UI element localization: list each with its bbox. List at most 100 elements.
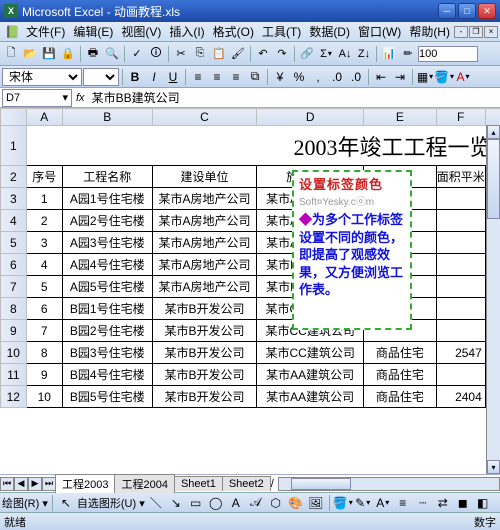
- cell[interactable]: 面积平米: [436, 166, 485, 188]
- open-button[interactable]: 📂: [21, 45, 39, 63]
- cell[interactable]: B园5号住宅楼: [62, 386, 152, 408]
- cell[interactable]: 某市A房地产公司: [152, 232, 257, 254]
- font-color-button[interactable]: A: [454, 68, 472, 86]
- oval-button[interactable]: ◯: [207, 494, 225, 512]
- cell[interactable]: 某市B开发公司: [152, 342, 257, 364]
- table-row[interactable]: 53A园3号住宅楼某市A房地产公司某市AA建筑公司: [1, 232, 500, 254]
- cell[interactable]: 某市A房地产公司: [152, 276, 257, 298]
- tab-next-button[interactable]: ▶: [28, 477, 42, 491]
- cell[interactable]: 某市B开发公司: [152, 364, 257, 386]
- row-header[interactable]: 1: [1, 126, 27, 166]
- cell[interactable]: 某市B开发公司: [152, 386, 257, 408]
- italic-button[interactable]: I: [145, 68, 163, 86]
- clipart-button[interactable]: 🎨: [287, 494, 305, 512]
- menu-file[interactable]: 文件(F): [22, 22, 69, 41]
- align-left-button[interactable]: ≡: [189, 68, 207, 86]
- cell[interactable]: [436, 254, 485, 276]
- grid[interactable]: A B C D E F 1 2003年竣工工程一览表 2 序号 工程名称 建设单…: [0, 108, 500, 408]
- row-header[interactable]: 10: [1, 342, 27, 364]
- fill-color-button[interactable]: 🪣: [435, 68, 453, 86]
- sheet-tab[interactable]: 工程2003: [55, 474, 115, 493]
- cell[interactable]: B园1号住宅楼: [62, 298, 152, 320]
- sheet-tab[interactable]: Sheet1: [174, 476, 223, 491]
- menu-edit[interactable]: 编辑(E): [69, 22, 117, 41]
- menu-help[interactable]: 帮助(H): [405, 22, 454, 41]
- arrow-button[interactable]: ↘: [167, 494, 185, 512]
- menu-format[interactable]: 格式(O): [209, 22, 258, 41]
- col-header[interactable]: B: [62, 109, 152, 126]
- cell[interactable]: B园4号住宅楼: [62, 364, 152, 386]
- permission-button[interactable]: 🔒: [59, 45, 77, 63]
- tab-prev-button[interactable]: ◀: [14, 477, 28, 491]
- name-box[interactable]: D7▾: [2, 89, 72, 107]
- cell[interactable]: [436, 320, 485, 342]
- preview-button[interactable]: 🔍: [103, 45, 121, 63]
- cell[interactable]: 4: [26, 254, 62, 276]
- drawing-toggle[interactable]: ✏: [399, 45, 417, 63]
- table-row[interactable]: 31A园1号住宅楼某市A房地产公司某市AA建筑公司: [1, 188, 500, 210]
- percent-button[interactable]: %: [290, 68, 308, 86]
- currency-button[interactable]: ¥: [271, 68, 289, 86]
- row-header[interactable]: 7: [1, 276, 27, 298]
- line-color-button[interactable]: ✎: [354, 494, 372, 512]
- copy-button[interactable]: ⎘: [191, 45, 209, 63]
- cell[interactable]: 10: [26, 386, 62, 408]
- research-button[interactable]: 🛈: [147, 45, 165, 63]
- align-right-button[interactable]: ≡: [227, 68, 245, 86]
- picture-button[interactable]: 🖼: [307, 494, 325, 512]
- cell[interactable]: 2404: [436, 386, 485, 408]
- col-header[interactable]: A: [26, 109, 62, 126]
- mdi-restore[interactable]: ❐: [469, 26, 483, 38]
- table-row[interactable]: 1210B园5号住宅楼某市B开发公司某市AA建筑公司商品住宅2404: [1, 386, 500, 408]
- textbox-button[interactable]: A: [227, 494, 245, 512]
- select-objects-button[interactable]: ↖: [57, 494, 75, 512]
- vertical-scrollbar[interactable]: ▴ ▾: [486, 125, 500, 474]
- increase-decimal-button[interactable]: .0: [328, 68, 346, 86]
- col-header[interactable]: D: [257, 109, 364, 126]
- cell[interactable]: 7: [26, 320, 62, 342]
- scroll-down-button[interactable]: ▾: [487, 460, 500, 474]
- paste-button[interactable]: 📋: [210, 45, 228, 63]
- table-row[interactable]: 64A园4号住宅楼某市A房地产公司某市BB建筑公司: [1, 254, 500, 276]
- maximize-button[interactable]: □: [458, 3, 476, 19]
- autosum-button[interactable]: Σ: [317, 45, 335, 63]
- sheet-tab[interactable]: 工程2004: [114, 474, 174, 493]
- column-headers[interactable]: A B C D E F: [1, 109, 500, 126]
- sheet-tab[interactable]: Sheet2: [222, 476, 271, 491]
- spelling-button[interactable]: ✓: [128, 45, 146, 63]
- horizontal-scrollbar[interactable]: [278, 477, 500, 491]
- sheet-title[interactable]: 2003年竣工工程一览表: [26, 126, 500, 166]
- zoom-field[interactable]: [418, 46, 478, 62]
- cell[interactable]: [436, 188, 485, 210]
- cell[interactable]: 商品住宅: [364, 364, 437, 386]
- cell[interactable]: 某市B开发公司: [152, 320, 257, 342]
- row-header[interactable]: 5: [1, 232, 27, 254]
- cell[interactable]: B园2号住宅楼: [62, 320, 152, 342]
- cell[interactable]: A园5号住宅楼: [62, 276, 152, 298]
- chart-button[interactable]: 📊: [380, 45, 398, 63]
- row-header[interactable]: 4: [1, 210, 27, 232]
- wordart-button[interactable]: 𝒜: [247, 494, 265, 512]
- tab-last-button[interactable]: ⏭: [42, 477, 56, 491]
- menu-view[interactable]: 视图(V): [117, 22, 165, 41]
- close-button[interactable]: ✕: [478, 3, 496, 19]
- cell[interactable]: A园1号住宅楼: [62, 188, 152, 210]
- print-button[interactable]: 🖶: [84, 45, 102, 63]
- rectangle-button[interactable]: ▭: [187, 494, 205, 512]
- dash-style-button[interactable]: ┈: [414, 494, 432, 512]
- row-header[interactable]: 8: [1, 298, 27, 320]
- menu-insert[interactable]: 插入(I): [165, 22, 208, 41]
- cell[interactable]: 某市AA建筑公司: [257, 364, 364, 386]
- col-header[interactable]: E: [364, 109, 437, 126]
- fill-color-shape-button[interactable]: 🪣: [334, 494, 352, 512]
- mdi-close[interactable]: ×: [484, 26, 498, 38]
- cell[interactable]: [436, 210, 485, 232]
- cell[interactable]: 2: [26, 210, 62, 232]
- cell[interactable]: A园3号住宅楼: [62, 232, 152, 254]
- cell[interactable]: B园3号住宅楼: [62, 342, 152, 364]
- cell[interactable]: 6: [26, 298, 62, 320]
- minimize-button[interactable]: ─: [438, 3, 456, 19]
- comma-button[interactable]: ,: [309, 68, 327, 86]
- undo-button[interactable]: ↶: [254, 45, 272, 63]
- cell[interactable]: 3: [26, 232, 62, 254]
